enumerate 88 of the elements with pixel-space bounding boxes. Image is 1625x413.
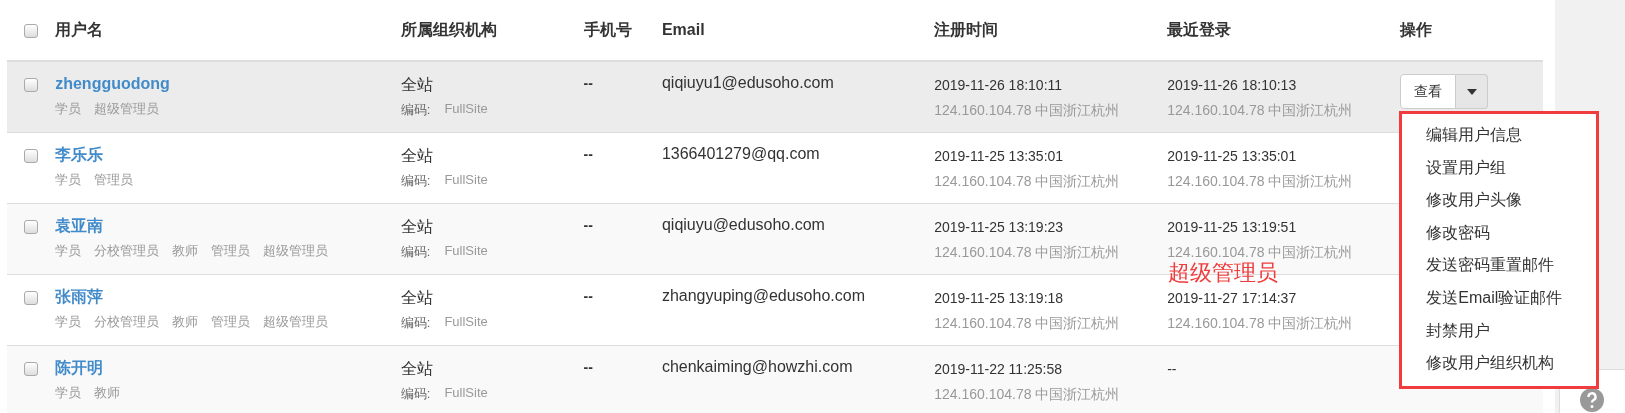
menu-item[interactable]: 封禁用户: [1402, 314, 1597, 348]
row-checkbox[interactable]: [24, 148, 38, 163]
last-login-ip: 124.160.104.78 中国浙江杭州: [1167, 243, 1354, 262]
last-login-time: 2019-11-26 18:10:13: [1167, 77, 1297, 93]
column-header: 最近登录: [1167, 20, 1232, 38]
role-label: 教师: [94, 383, 121, 402]
role-label: 学员: [55, 241, 82, 260]
register-ip: 124.160.104.78 中国浙江杭州: [934, 172, 1121, 191]
last-login-ip: 124.160.104.78 中国浙江杭州: [1167, 314, 1354, 333]
org-name: 全站: [400, 287, 433, 308]
register-time: 2019-11-22 11:25:58: [934, 360, 1063, 377]
org-code: FullSite: [444, 101, 488, 118]
role-label: 管理员: [211, 241, 251, 260]
row-checkbox[interactable]: [24, 290, 38, 305]
org-code-label: 编码:: [400, 171, 431, 190]
org-code: FullSite: [444, 242, 488, 260]
role-label: 学员: [55, 170, 82, 189]
org-code-label: 编码:: [400, 384, 431, 403]
column-header: 注册时间: [934, 20, 999, 38]
register-ip: 124.160.104.78 中国浙江杭州: [934, 314, 1121, 333]
column-header: 手机号: [583, 20, 632, 38]
email-address: zhangyuping@edusoho.com: [661, 286, 865, 305]
phone-number: --: [583, 216, 593, 233]
org-name: 全站: [400, 145, 433, 166]
menu-item[interactable]: 设置用户组: [1402, 151, 1597, 185]
dropdown-toggle[interactable]: [1456, 74, 1489, 109]
register-ip: 124.160.104.78 中国浙江杭州: [934, 102, 1121, 120]
menu-item[interactable]: 发送Email验证邮件: [1402, 281, 1597, 315]
last-login-time: 2019-11-25 13:35:01: [1167, 147, 1297, 164]
last-login-time: --: [1167, 360, 1177, 377]
column-header: 所属组织机构: [400, 20, 497, 38]
column-header: 用户名: [55, 20, 104, 38]
phone-number: --: [583, 145, 593, 162]
email-address: qiqiuyu1@edusoho.com: [661, 74, 834, 92]
org-code: FullSite: [444, 171, 488, 189]
role-label: 分校管理员: [94, 312, 160, 331]
row-checkbox[interactable]: [24, 78, 38, 92]
view-button[interactable]: 查看: [1400, 74, 1457, 109]
org-code: FullSite: [444, 313, 488, 331]
org-name: 全站: [400, 216, 433, 237]
role-label: 超级管理员: [94, 100, 160, 118]
email-address: 1366401279@qq.com: [661, 144, 820, 163]
org-code: FullSite: [444, 384, 488, 402]
register-time: 2019-11-25 13:19:18: [934, 289, 1064, 306]
role-label: 学员: [55, 312, 82, 331]
column-header: 操作: [1400, 20, 1433, 38]
email-address: qiqiuyu@edusoho.com: [661, 215, 825, 234]
role-label: 管理员: [211, 312, 251, 331]
role-label: 学员: [55, 383, 82, 402]
email-address: chenkaiming@howzhi.com: [661, 357, 853, 376]
annotation-text: 超级管理员: [1168, 261, 1278, 284]
phone-number: --: [583, 358, 593, 375]
role-label: 学员: [55, 100, 82, 118]
role-label: 超级管理员: [263, 241, 329, 260]
role-label: 分校管理员: [94, 241, 160, 260]
role-label: 超级管理员: [263, 312, 329, 331]
org-code-label: 编码:: [400, 242, 431, 261]
help-icon[interactable]: [1580, 388, 1604, 412]
menu-item[interactable]: 发送密码重置邮件: [1402, 249, 1597, 282]
register-ip: 124.160.104.78 中国浙江杭州: [934, 385, 1121, 404]
column-header: Email: [661, 21, 705, 38]
org-code-label: 编码:: [400, 313, 431, 332]
register-ip: 124.160.104.78 中国浙江杭州: [934, 243, 1121, 262]
last-login-ip: 124.160.104.78 中国浙江杭州: [1167, 172, 1354, 191]
last-login-time: 2019-11-25 13:19:51: [1167, 218, 1297, 235]
menu-item[interactable]: 编辑用户信息: [1402, 119, 1597, 152]
org-name: 全站: [400, 75, 433, 95]
menu-item[interactable]: 修改用户组织机构: [1402, 347, 1597, 380]
register-time: 2019-11-25 13:19:23: [934, 218, 1064, 235]
username-link[interactable]: 张雨萍: [55, 286, 104, 307]
last-login-time: 2019-11-27 17:14:37: [1167, 289, 1297, 306]
row-checkbox[interactable]: [24, 219, 38, 234]
menu-item[interactable]: 修改密码: [1402, 216, 1597, 250]
username-link[interactable]: 李乐乐: [55, 144, 104, 165]
role-label: 教师: [172, 241, 199, 260]
register-time: 2019-11-25 13:35:01: [934, 147, 1064, 164]
caret-icon: [1466, 88, 1477, 95]
row-checkbox[interactable]: [24, 361, 38, 376]
last-login-ip: 124.160.104.78 中国浙江杭州: [1167, 102, 1354, 120]
role-label: 管理员: [94, 170, 134, 189]
role-label: 教师: [172, 312, 199, 331]
org-name: 全站: [400, 358, 433, 379]
menu-item[interactable]: 修改用户头像: [1402, 184, 1597, 217]
register-time: 2019-11-26 18:10:11: [934, 77, 1063, 93]
phone-number: --: [583, 75, 593, 91]
phone-number: --: [583, 287, 593, 304]
org-code-label: 编码:: [400, 101, 431, 119]
select-all-checkbox[interactable]: [24, 23, 38, 38]
